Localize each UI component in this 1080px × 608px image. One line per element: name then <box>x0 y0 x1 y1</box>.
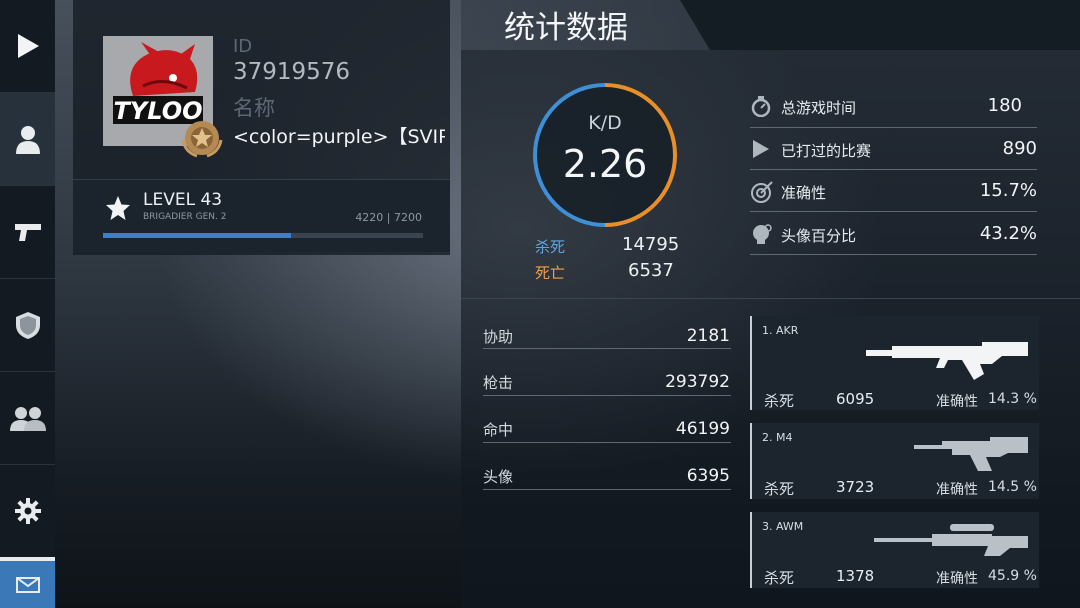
stat-value-headshot: 43.2% <box>979 223 1037 244</box>
sidebar <box>0 0 55 608</box>
stat-label-shots: 枪击 <box>483 374 514 392</box>
weapon-kills-label: 杀死 <box>764 480 795 498</box>
weapon-kills: 6095 <box>836 390 875 408</box>
shield-icon <box>15 312 40 339</box>
stat-label-hits: 命中 <box>483 421 514 439</box>
xp-bar-track <box>103 233 423 238</box>
stat-label-assists: 协助 <box>483 328 514 346</box>
title-band-dark <box>680 0 1080 50</box>
name-value: <color=purple>【SVIP <box>233 126 445 148</box>
weapon-kills-label: 杀死 <box>764 569 795 587</box>
weapon-accuracy-label: 准确性 <box>936 394 978 410</box>
stat-label-accuracy: 准确性 <box>781 184 827 202</box>
user-icon <box>15 126 40 154</box>
kills-value: 14795 <box>622 234 680 255</box>
friends-icon <box>9 407 46 431</box>
section-divider <box>461 298 1080 299</box>
level-box: LEVEL 43 BRIGADIER GEN. 2 4220 | 7200 <box>73 179 450 252</box>
rifle-icon <box>914 437 1028 471</box>
level-label: LEVEL 43 <box>143 190 223 210</box>
stat-value-playtime: 180 <box>987 95 1022 116</box>
id-label: ID <box>233 36 253 57</box>
weapon-kills: 1378 <box>836 567 875 585</box>
play-icon <box>17 34 39 58</box>
stat-label-headshots: 头像 <box>483 468 514 486</box>
play-button[interactable] <box>0 0 55 93</box>
stat-label-playtime: 总游戏时间 <box>781 99 857 117</box>
stat-value-matches: 890 <box>1002 138 1037 159</box>
stat-value-headshots: 6395 <box>686 466 730 486</box>
name-label: 名称 <box>233 96 275 120</box>
deaths-label: 死亡 <box>535 264 566 282</box>
rank-name: BRIGADIER GEN. 2 <box>143 212 227 222</box>
id-value: 37919576 <box>233 59 351 85</box>
weapon-accuracy-label: 准确性 <box>936 482 978 498</box>
sidebar-item-weapons[interactable] <box>0 186 55 279</box>
stat-label-headshot: 头像百分比 <box>781 227 857 245</box>
weapon-name: 2. M4 <box>762 431 793 444</box>
target-icon <box>751 181 773 203</box>
weapon-name: 1. AKR <box>762 324 799 337</box>
divider <box>750 254 1037 255</box>
profile-card: TYLOO ID 37919576 名称 <color=purple>【SVIP… <box>73 0 450 255</box>
divider <box>483 348 731 349</box>
weapon-accuracy: 45.9 % <box>988 568 1037 584</box>
page-title: 统计数据 <box>504 10 628 46</box>
stat-value-shots: 293792 <box>665 372 730 392</box>
stat-value-accuracy: 15.7% <box>979 180 1037 201</box>
kd-value: 2.26 <box>562 142 648 186</box>
sidebar-item-profile[interactable] <box>0 93 55 186</box>
divider <box>750 127 1037 128</box>
stopwatch-icon <box>751 96 771 117</box>
xp-bar-fill <box>103 233 291 238</box>
divider <box>483 489 731 490</box>
weapon-kills-label: 杀死 <box>764 392 795 410</box>
mail-icon <box>15 576 40 593</box>
weapon-card[interactable]: 1. AKR 杀死 6095 准确性 14.3 % <box>750 316 1039 410</box>
kd-label: K/D <box>588 112 622 134</box>
divider <box>483 395 731 396</box>
kills-label: 杀死 <box>535 238 566 256</box>
weapon-accuracy: 14.3 % <box>988 391 1037 407</box>
weapon-accuracy-label: 准确性 <box>936 571 978 587</box>
sidebar-item-clan[interactable] <box>0 279 55 372</box>
divider <box>750 211 1037 212</box>
weapon-card[interactable]: 3. AWM 杀死 1378 准确性 45.9 % <box>750 512 1039 588</box>
stat-value-assists: 2181 <box>686 326 730 346</box>
weapon-name: 3. AWM <box>762 520 804 533</box>
head-icon <box>753 224 772 244</box>
gear-icon <box>14 498 41 524</box>
rifle-icon <box>866 342 1028 380</box>
mail-button[interactable] <box>0 561 55 608</box>
deaths-value: 6537 <box>628 260 674 281</box>
weapon-accuracy: 14.5 % <box>988 479 1037 495</box>
weapon-card[interactable]: 2. M4 杀死 3723 准确性 14.5 % <box>750 423 1039 499</box>
star-icon <box>106 196 130 220</box>
stat-label-matches: 已打过的比赛 <box>781 142 872 160</box>
sniper-rifle-icon <box>874 524 1028 556</box>
divider <box>750 169 1037 170</box>
weapon-kills: 3723 <box>836 478 875 496</box>
pistol-icon <box>14 224 41 241</box>
xp-value: 4220 | 7200 <box>355 211 422 224</box>
stat-value-hits: 46199 <box>675 419 730 439</box>
play-icon <box>753 140 769 158</box>
divider <box>483 442 731 443</box>
sidebar-item-friends[interactable] <box>0 372 55 465</box>
rank-badge-icon <box>181 121 223 158</box>
settings-button[interactable] <box>0 465 55 558</box>
